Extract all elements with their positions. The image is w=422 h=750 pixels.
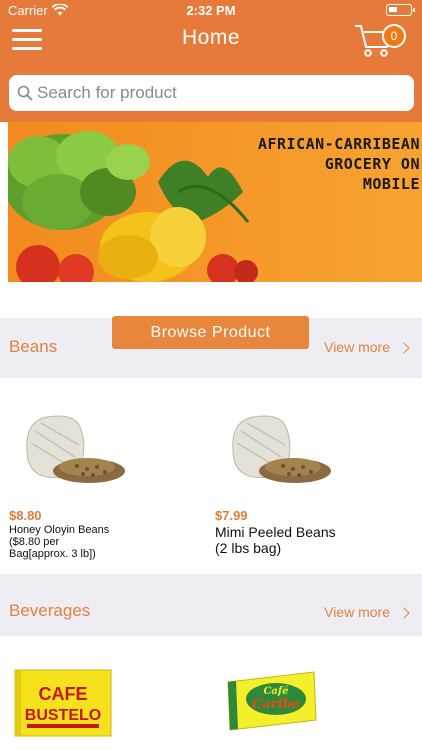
chevron-right-icon — [398, 342, 410, 354]
clock: 2:32 PM — [186, 3, 236, 18]
cart-count-badge: 0 — [382, 24, 406, 48]
vegetables-image — [8, 131, 258, 282]
product-price: $7.99 — [215, 508, 248, 523]
svg-text:CAFE: CAFE — [39, 684, 88, 704]
product-card[interactable]: $8.80 Honey Oloyin Beans ($8.80 per Bag[… — [9, 405, 209, 565]
product-price: $8.80 — [9, 508, 42, 523]
section-title: Beans — [9, 337, 58, 356]
product-name: Honey Oloyin Beans ($8.80 per Bag[approx… — [9, 524, 110, 560]
product-image — [232, 415, 331, 483]
product-image — [26, 415, 125, 483]
view-more-link[interactable]: View more — [324, 604, 410, 620]
svg-text:BUSTELO: BUSTELO — [25, 707, 101, 724]
view-more-link[interactable]: View more — [324, 339, 410, 355]
search-input[interactable] — [37, 75, 407, 111]
svg-text:Café: Café — [263, 686, 288, 697]
product-image: Café Caribe — [227, 671, 317, 731]
status-bar: Carrier 2:32 PM — [0, 0, 422, 22]
product-card[interactable]: Café Caribe — [224, 668, 320, 732]
product-name: Mimi Peeled Beans (2 lbs bag) — [215, 524, 336, 556]
product-card[interactable]: $7.99 Mimi Peeled Beans (2 lbs bag) — [215, 405, 415, 565]
battery-icon — [386, 4, 415, 16]
product-image: CAFE BUSTELO — [14, 669, 112, 737]
promo-banner[interactable]: AFRICAN-CARRIBEAN GROCERY ON MOBILE — [8, 122, 422, 282]
top-app-bar: Carrier 2:32 PM Home 0 — [0, 0, 422, 68]
cart-button[interactable]: 0 — [354, 22, 406, 60]
section-title: Beverages — [9, 601, 91, 620]
section-header-beverages: Beverages View more — [0, 574, 422, 636]
product-card[interactable]: CAFE BUSTELO — [13, 664, 115, 738]
search-icon — [17, 85, 33, 101]
banner-headline: AFRICAN-CARRIBEAN GROCERY ON MOBILE — [257, 135, 420, 193]
svg-text:Caribe: Caribe — [252, 697, 300, 712]
chevron-right-icon — [398, 607, 410, 619]
browse-product-button[interactable]: Browse Product — [112, 316, 309, 349]
search-box[interactable] — [9, 75, 414, 111]
search-bar-area — [0, 68, 422, 122]
